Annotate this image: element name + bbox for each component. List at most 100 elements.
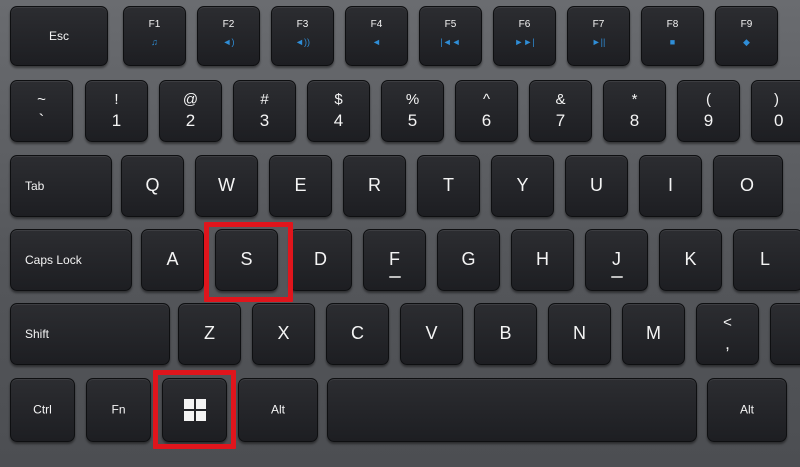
key-e[interactable]: E [269, 155, 332, 217]
key-space[interactable] [327, 378, 697, 442]
key-1-bot: 1 [111, 111, 122, 130]
key-tilde-top: ~ [37, 91, 46, 108]
key-f8[interactable]: F8 ■ [641, 6, 704, 66]
key-esc[interactable]: Esc [10, 6, 108, 66]
key-o[interactable]: O [713, 155, 783, 217]
key-period[interactable] [770, 303, 800, 365]
mute-icon: ◄ [372, 37, 381, 47]
key-f5[interactable]: F5 |◄◄ [419, 6, 482, 66]
key-caps-lock[interactable]: Caps Lock [10, 229, 132, 291]
key-d-label: D [314, 249, 327, 270]
key-tilde-bot: ` [38, 111, 45, 130]
key-f[interactable]: F [363, 229, 426, 291]
key-a-label: A [166, 249, 179, 270]
key-z[interactable]: Z [178, 303, 241, 365]
key-r[interactable]: R [343, 155, 406, 217]
key-g[interactable]: G [437, 229, 500, 291]
key-comma-bot: , [725, 334, 730, 353]
home-row-bump [610, 276, 623, 278]
key-j[interactable]: J [585, 229, 648, 291]
key-alt-left[interactable]: Alt [238, 378, 318, 442]
key-b[interactable]: B [474, 303, 537, 365]
key-f7[interactable]: F7 ►|| [567, 6, 630, 66]
key-8-top: * [631, 91, 638, 108]
keyboard-photo: Esc F1 ♫ F2 ◄) F3 ◄)) F4 ◄ F5 |◄◄ F6 ►►|… [0, 0, 800, 467]
key-7-bot: 7 [555, 111, 566, 130]
key-z-label: Z [204, 323, 215, 344]
key-tilde[interactable]: ~ ` [10, 80, 73, 142]
brightness-icon: ◆ [743, 37, 750, 47]
key-u-label: U [590, 175, 603, 196]
key-8[interactable]: * 8 [603, 80, 666, 142]
key-1[interactable]: ! 1 [85, 80, 148, 142]
key-v-label: V [425, 323, 438, 344]
key-tab[interactable]: Tab [10, 155, 112, 217]
key-h[interactable]: H [511, 229, 574, 291]
key-f-label: F [389, 249, 400, 270]
key-t[interactable]: T [417, 155, 480, 217]
key-d[interactable]: D [289, 229, 352, 291]
key-1-top: ! [114, 91, 119, 108]
key-f7-label: F7 [592, 19, 605, 30]
key-0[interactable]: ) 0 [751, 80, 800, 142]
key-y[interactable]: Y [491, 155, 554, 217]
next-track-icon: ►►| [514, 37, 535, 47]
key-9[interactable]: ( 9 [677, 80, 740, 142]
key-u[interactable]: U [565, 155, 628, 217]
key-q[interactable]: Q [121, 155, 184, 217]
key-r-label: R [368, 175, 381, 196]
key-j-label: J [612, 249, 621, 270]
key-v[interactable]: V [400, 303, 463, 365]
key-esc-label: Esc [48, 29, 69, 43]
key-m[interactable]: M [622, 303, 685, 365]
key-3[interactable]: # 3 [233, 80, 296, 142]
key-7[interactable]: & 7 [529, 80, 592, 142]
key-f1[interactable]: F1 ♫ [123, 6, 186, 66]
key-f3-label: F3 [296, 19, 309, 30]
play-pause-icon: ►|| [591, 37, 606, 47]
key-2[interactable]: @ 2 [159, 80, 222, 142]
key-9-bot: 9 [703, 111, 714, 130]
key-0-bot: 0 [774, 111, 784, 130]
key-a[interactable]: A [141, 229, 204, 291]
key-n-label: N [573, 323, 586, 344]
key-6[interactable]: ^ 6 [455, 80, 518, 142]
key-x[interactable]: X [252, 303, 315, 365]
key-c[interactable]: C [326, 303, 389, 365]
key-i-label: I [667, 175, 673, 196]
key-f9-label: F9 [740, 19, 753, 30]
key-f3[interactable]: F3 ◄)) [271, 6, 334, 66]
key-fn[interactable]: Fn [86, 378, 151, 442]
highlight-box-s-key [204, 222, 293, 302]
key-3-bot: 3 [259, 111, 270, 130]
key-ctrl[interactable]: Ctrl [10, 378, 75, 442]
key-alt-right[interactable]: Alt [707, 378, 787, 442]
key-f4[interactable]: F4 ◄ [345, 6, 408, 66]
key-k[interactable]: K [659, 229, 722, 291]
home-row-bump [388, 276, 401, 278]
key-8-bot: 8 [629, 111, 640, 130]
key-f2[interactable]: F2 ◄) [197, 6, 260, 66]
key-l[interactable]: L [733, 229, 800, 291]
key-y-label: Y [516, 175, 529, 196]
key-l-label: L [760, 249, 771, 270]
key-i[interactable]: I [639, 155, 702, 217]
key-e-label: E [294, 175, 307, 196]
key-w[interactable]: W [195, 155, 258, 217]
key-5[interactable]: % 5 [381, 80, 444, 142]
key-n[interactable]: N [548, 303, 611, 365]
key-ctrl-label: Ctrl [33, 402, 52, 417]
key-5-top: % [405, 91, 420, 108]
key-tab-label: Tab [25, 179, 45, 193]
key-alt-left-label: Alt [270, 402, 285, 417]
key-f6[interactable]: F6 ►►| [493, 6, 556, 66]
key-w-label: W [218, 175, 235, 196]
key-f9[interactable]: F9 ◆ [715, 6, 778, 66]
previous-track-icon: |◄◄ [440, 37, 461, 47]
key-comma[interactable]: < , [696, 303, 759, 365]
key-0-top: ) [774, 91, 779, 108]
key-k-label: K [684, 249, 697, 270]
key-shift[interactable]: Shift [10, 303, 170, 365]
key-4[interactable]: $ 4 [307, 80, 370, 142]
volume-down-icon: ◄) [222, 37, 235, 47]
